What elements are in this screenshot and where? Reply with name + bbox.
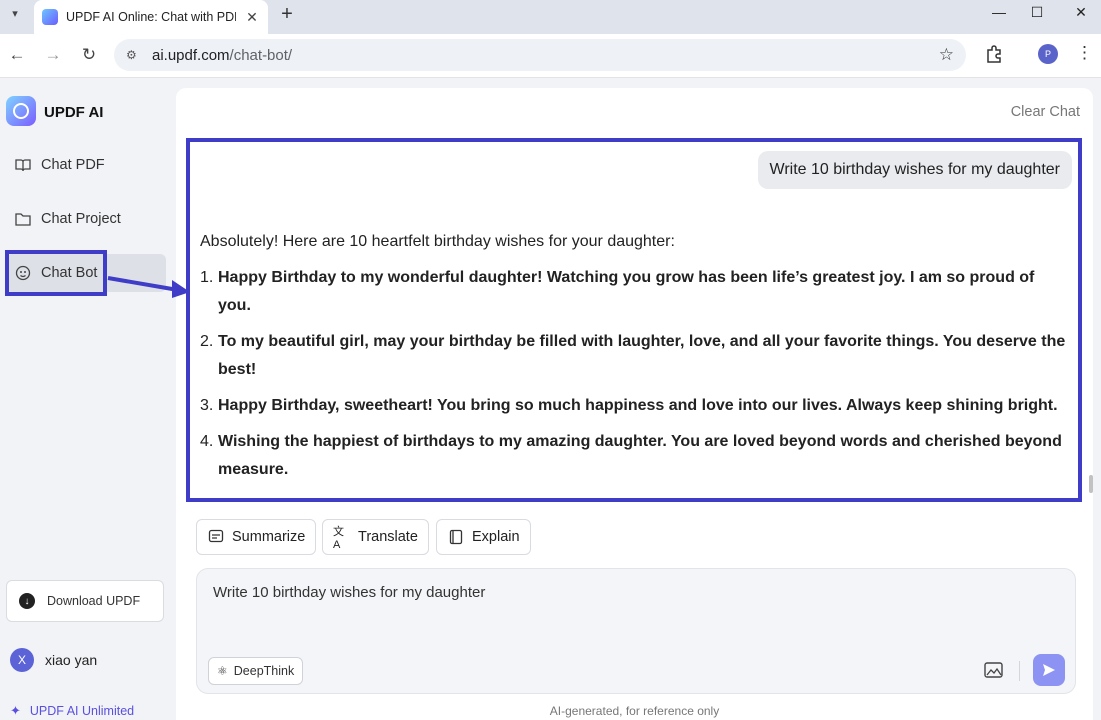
tab-close-icon[interactable]: ✕ — [244, 9, 260, 26]
browser-tab[interactable]: UPDF AI Online: Chat with PDF ✕ — [34, 0, 268, 34]
scrollbar[interactable] — [1089, 475, 1093, 493]
minimize-button[interactable]: — — [979, 2, 1019, 22]
book-icon — [14, 156, 32, 174]
annotation-arrow-icon — [107, 276, 190, 298]
folder-icon — [14, 210, 32, 228]
explain-button[interactable]: Explain — [436, 519, 531, 555]
browser-menu-icon[interactable]: ⋮ — [1076, 43, 1093, 63]
chat-panel: Clear Chat Write 10 birthday wishes for … — [176, 88, 1093, 720]
send-button[interactable] — [1033, 654, 1065, 686]
upgrade-link[interactable]: ✦ UPDF AI Unlimited — [10, 703, 134, 719]
bookmark-star-icon[interactable]: ☆ — [939, 45, 954, 65]
ai-reply: Absolutely! Here are 10 heartfelt birthd… — [200, 228, 1070, 498]
list-item: 3. Happy Birthday, sweetheart! You bring … — [200, 397, 1058, 414]
close-window-button[interactable]: ✕ — [1061, 2, 1101, 22]
translate-icon: 文A — [333, 526, 344, 551]
forward-arrow-icon[interactable]: → — [42, 44, 64, 66]
user-profile[interactable]: X xiao yan — [10, 648, 97, 672]
site-info-icon[interactable]: ⚙ — [126, 48, 144, 62]
brand-name: UPDF AI — [44, 104, 104, 121]
user-message: Write 10 birthday wishes for my daughter — [757, 151, 1072, 189]
new-tab-button[interactable]: + — [278, 3, 296, 26]
image-upload-icon[interactable] — [983, 659, 1005, 681]
sidebar-item-chat-pdf[interactable]: Chat PDF — [6, 146, 166, 184]
user-name: xiao yan — [45, 652, 98, 668]
disclaimer: AI-generated, for reference only — [549, 704, 720, 718]
summarize-icon — [207, 528, 225, 546]
chat-messages: Write 10 birthday wishes for my daughter… — [186, 138, 1082, 502]
reply-intro: Absolutely! Here are 10 heartfelt birthd… — [200, 233, 675, 250]
list-item: 2. To my beautiful girl, may your birthda… — [200, 333, 1066, 378]
extensions-puzzle-icon[interactable] — [984, 44, 1004, 64]
url-text: ai.updf.com/chat-bot/ — [152, 46, 293, 64]
summarize-button[interactable]: Summarize — [196, 519, 317, 555]
tab-search-button[interactable]: ▾ — [6, 4, 24, 22]
profile-avatar[interactable]: P — [1038, 44, 1058, 64]
divider — [1019, 661, 1020, 681]
translate-button[interactable]: 文A Translate — [322, 519, 429, 555]
app-sidebar: UPDF AI Chat PDF Chat Project Chat Bot ↓… — [0, 79, 174, 720]
browser-toolbar: ← → ↻ ⚙ ai.updf.com/chat-bot/ ☆ P ⋮ — [0, 34, 1101, 78]
message-input-text[interactable]: Write 10 birthday wishes for my daughter — [213, 584, 485, 601]
sidebar-item-label: Chat PDF — [41, 157, 105, 173]
send-icon — [1043, 664, 1055, 676]
maximize-button[interactable]: ☐ — [1017, 2, 1057, 22]
sidebar-item-label: Chat Project — [41, 211, 121, 227]
list-item: 5.May your birthday be as lovely and spe… — [200, 492, 1070, 498]
updf-logo-icon — [6, 96, 36, 126]
download-label: Download UPDF — [47, 594, 141, 608]
browser-tabstrip: ▾ UPDF AI Online: Chat with PDF ✕ + — ☐ … — [0, 0, 1101, 34]
deepthink-button[interactable]: ⚛ DeepThink — [208, 657, 304, 685]
back-arrow-icon[interactable]: ← — [6, 44, 28, 66]
download-updf-button[interactable]: ↓ Download UPDF — [6, 580, 164, 622]
highlight-box — [5, 250, 107, 296]
message-input[interactable]: Write 10 birthday wishes for my daughter… — [196, 568, 1076, 694]
list-item: 1. Happy Birthday to my wonderful daughte… — [200, 269, 1035, 314]
avatar: X — [10, 648, 34, 672]
sparkle-icon: ✦ — [10, 703, 21, 718]
clear-chat-button[interactable]: Clear Chat — [1011, 104, 1080, 120]
download-icon: ↓ — [19, 593, 35, 609]
list-item: 4. Wishing the happiest of birthdays to m… — [200, 433, 1062, 478]
updf-favicon-icon — [42, 9, 58, 25]
sidebar-item-chat-project[interactable]: Chat Project — [6, 200, 166, 238]
deepthink-icon: ⚛ — [217, 664, 228, 678]
upgrade-label: UPDF AI Unlimited — [29, 704, 135, 718]
address-bar[interactable]: ⚙ ai.updf.com/chat-bot/ ☆ — [114, 39, 966, 71]
explain-icon — [447, 528, 465, 546]
tab-title: UPDF AI Online: Chat with PDF — [66, 10, 236, 24]
reload-icon[interactable]: ↻ — [78, 44, 100, 66]
